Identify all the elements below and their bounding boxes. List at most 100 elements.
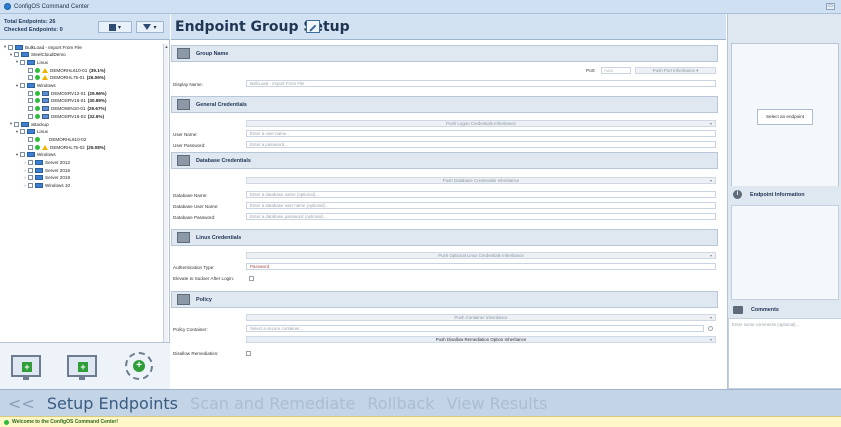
network-icon: + [125,352,153,380]
tree-item-label: SteelCloudDemo [31,52,66,58]
tree-item[interactable]: › Windows 10 [22,183,70,189]
plus-icon: + [133,360,145,372]
tree-item[interactable]: ▾ Windows [14,83,56,89]
nav-rollback[interactable]: Rollback [367,394,434,413]
tree-item[interactable]: › Server 2019 [22,175,70,181]
tree-item[interactable]: DEMOSRV16-01 (30.89%) [22,98,107,104]
endpoint-information-body [731,205,839,300]
remediation-inheritance-dropdown[interactable]: Push Disallow Remediation Option Inherit… [246,336,716,343]
nav-view-results[interactable]: View Results [447,394,548,413]
tree-checkbox[interactable] [20,59,25,65]
warning-icon [42,75,48,81]
tree-item[interactable]: DEMORHL75-01 (26.06%) [22,75,105,81]
linux-inheritance-dropdown[interactable]: Push Optional Linux Credentials Inherita… [246,252,716,259]
tree-checkbox[interactable] [28,183,33,189]
tree-item[interactable]: › Server 2012 [22,160,70,166]
add-group-button[interactable]: + [66,350,98,382]
tree-checkbox[interactable] [20,83,25,88]
user-password-field[interactable]: Enter a password... [246,141,716,148]
tree-item-label: xBackup [31,121,49,127]
tree-item-label: DEMOSRV16-02 [51,113,86,119]
tree-item-label: DEMORHL75-01 [50,75,85,81]
discover-network-button[interactable]: + [123,350,155,382]
database-password-field[interactable]: Enter a database password (optional)... [246,213,716,220]
view-container-icon[interactable] [708,326,713,331]
elevate-sudo-checkbox[interactable] [249,276,254,281]
inheritance-label: Push Optional Linux Credentials Inherita… [438,253,524,258]
database-user-field[interactable]: Enter a database user name (optional)... [246,202,716,209]
group-icon [35,167,43,173]
tree-item-label: Linux [37,129,48,135]
tree-item-label: DEMOWIN10-01 [51,106,86,112]
nav-scan-and-remediate[interactable]: Scan and Remediate [190,394,355,413]
disallow-remediation-checkbox[interactable] [246,351,251,356]
section-title: General Credentials [196,101,247,108]
inheritance-label: Push Container Inheritance [454,315,508,320]
chevron-down-icon: ▾ [117,24,121,31]
select-endpoint-button[interactable]: Select an endpoint [757,108,813,125]
group-icon [35,160,43,165]
group-icon [35,183,43,189]
logon-inheritance-dropdown[interactable]: Push Logon Credentials Inheritance ▾ [246,120,716,127]
inheritance-label: Push Disallow Remediation Option Inherit… [435,337,527,342]
filter-icon [143,24,152,30]
back-button[interactable]: << [8,394,35,413]
tree-item[interactable]: ▾ SteelCloudDemo [8,52,66,58]
maximize-button[interactable]: ▭ [826,3,835,10]
edit-icon[interactable] [306,20,320,33]
policy-container-select[interactable]: Select a secure container... [246,325,704,332]
tree-item[interactable]: DEMOSRV16-02 (32.6%) [22,113,104,119]
compliance-score: (26.06%) [86,75,106,81]
tree-checkbox[interactable] [28,167,33,173]
display-name-field[interactable]: BulkLoad - Import From File [246,80,716,87]
port-inheritance-dropdown[interactable]: Push Port Inheritance ▾ [635,67,716,74]
section-title: Database Credentials [196,157,251,164]
tree-checkbox[interactable] [20,152,25,158]
windows-server-icon [42,106,49,112]
comments-field[interactable]: Enter some comments (optional)... [728,318,841,389]
tree-checkbox[interactable] [28,136,33,142]
tree-checkbox[interactable] [28,113,33,119]
tree-item[interactable]: DEMORHL75-02 (25.08%) [22,144,105,150]
tree-checkbox[interactable] [28,67,33,73]
tree-checkbox[interactable] [28,98,33,104]
user-name-field[interactable]: Enter a user name... [246,130,716,137]
tree-item[interactable]: ▾ BulkLoad - Import From File [2,44,82,50]
tree-checkbox[interactable] [8,44,13,50]
database-inheritance-dropdown[interactable]: Push Database Credentials Inheritance ▾ [246,177,716,184]
nav-setup-endpoints[interactable]: Setup Endpoints [47,394,178,413]
compliance-score: (30.89%) [87,98,107,104]
tree-checkbox[interactable] [28,106,33,112]
container-inheritance-dropdown[interactable]: Push Container Inheritance ▾ [246,314,716,321]
port-field[interactable]: Auto [601,67,631,74]
save-dropdown-button[interactable]: ▾ [98,21,132,33]
tree-checkbox[interactable] [28,144,33,150]
tree-item[interactable]: DEMOWIN10-01 (29.67%) [22,106,106,112]
database-name-field[interactable]: Enter a database name (optional)... [246,191,716,198]
tree-checkbox[interactable] [14,52,19,58]
tree-scrollbar[interactable]: ▲ ▼ [163,44,168,354]
tree-item[interactable]: DEMORHL610-01 (39.1%) [22,67,105,73]
tree-item[interactable]: ▾ Linux [14,129,48,135]
tree-item[interactable]: DEMOSRV12-01 (29.96%) [22,90,107,96]
tree-checkbox[interactable] [20,129,25,135]
tree-item[interactable]: › Server 2016 [22,167,70,173]
tree-checkbox[interactable] [28,75,33,81]
add-endpoint-button[interactable]: + [10,350,42,382]
tree-item[interactable]: ▾ Linux [14,59,48,65]
tree-checkbox[interactable] [28,160,33,165]
compliance-score: (29.67%) [87,106,107,112]
tree-item[interactable]: ▾ Windows [14,152,56,158]
tree-item-label: Linux [37,59,48,65]
tree-checkbox[interactable] [14,121,19,127]
tree-checkbox[interactable] [28,90,33,96]
tree-item[interactable]: DEMORHL610-02 [22,136,86,142]
filter-dropdown-button[interactable]: ▾ [136,21,164,33]
tree-checkbox[interactable] [28,175,33,181]
auth-type-select[interactable]: Password [246,263,716,270]
online-status-icon [35,75,40,81]
endpoint-information-title: Endpoint Information [750,191,805,198]
tree-item-label: Server 2016 [45,167,71,173]
tree-item[interactable]: ▾ xBackup [8,121,49,127]
scroll-up-icon[interactable]: ▲ [164,44,169,49]
